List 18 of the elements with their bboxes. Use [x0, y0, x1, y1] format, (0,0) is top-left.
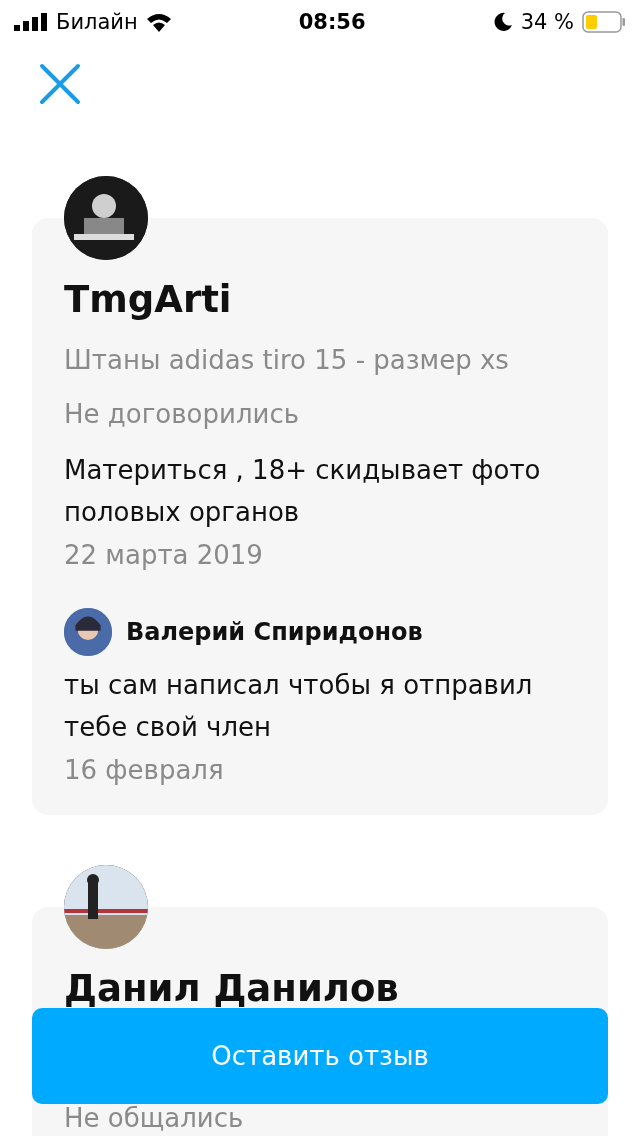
- leave-review-button[interactable]: Оставить отзыв: [32, 1008, 608, 1104]
- item-title: Штаны adidas tiro 15 - размер xs: [64, 344, 510, 377]
- battery-icon: [582, 11, 626, 33]
- reviewer-name: TmgArti: [64, 277, 233, 323]
- close-button[interactable]: [38, 62, 82, 106]
- carrier: Билайн: [56, 10, 138, 34]
- wifi-icon: [145, 12, 172, 32]
- deal-outcome: Не договорились: [64, 398, 301, 431]
- clock: 08:56: [298, 10, 366, 34]
- reply-date: 16 февраля: [64, 754, 225, 787]
- moon-icon: [492, 12, 513, 32]
- deal-outcome: Не общались: [64, 1102, 245, 1135]
- battery-percent: 34 %: [520, 10, 574, 34]
- reply-author: Валерий Спиридонов: [126, 618, 423, 646]
- review-text: Материться , 18+ скидывает фото половых органов: [64, 454, 542, 529]
- reply-text: ты сам написал чтобы я отправил тебе свой член: [64, 669, 534, 744]
- review-date: 22 марта 2019: [64, 539, 264, 572]
- signal-icon: [14, 13, 48, 31]
